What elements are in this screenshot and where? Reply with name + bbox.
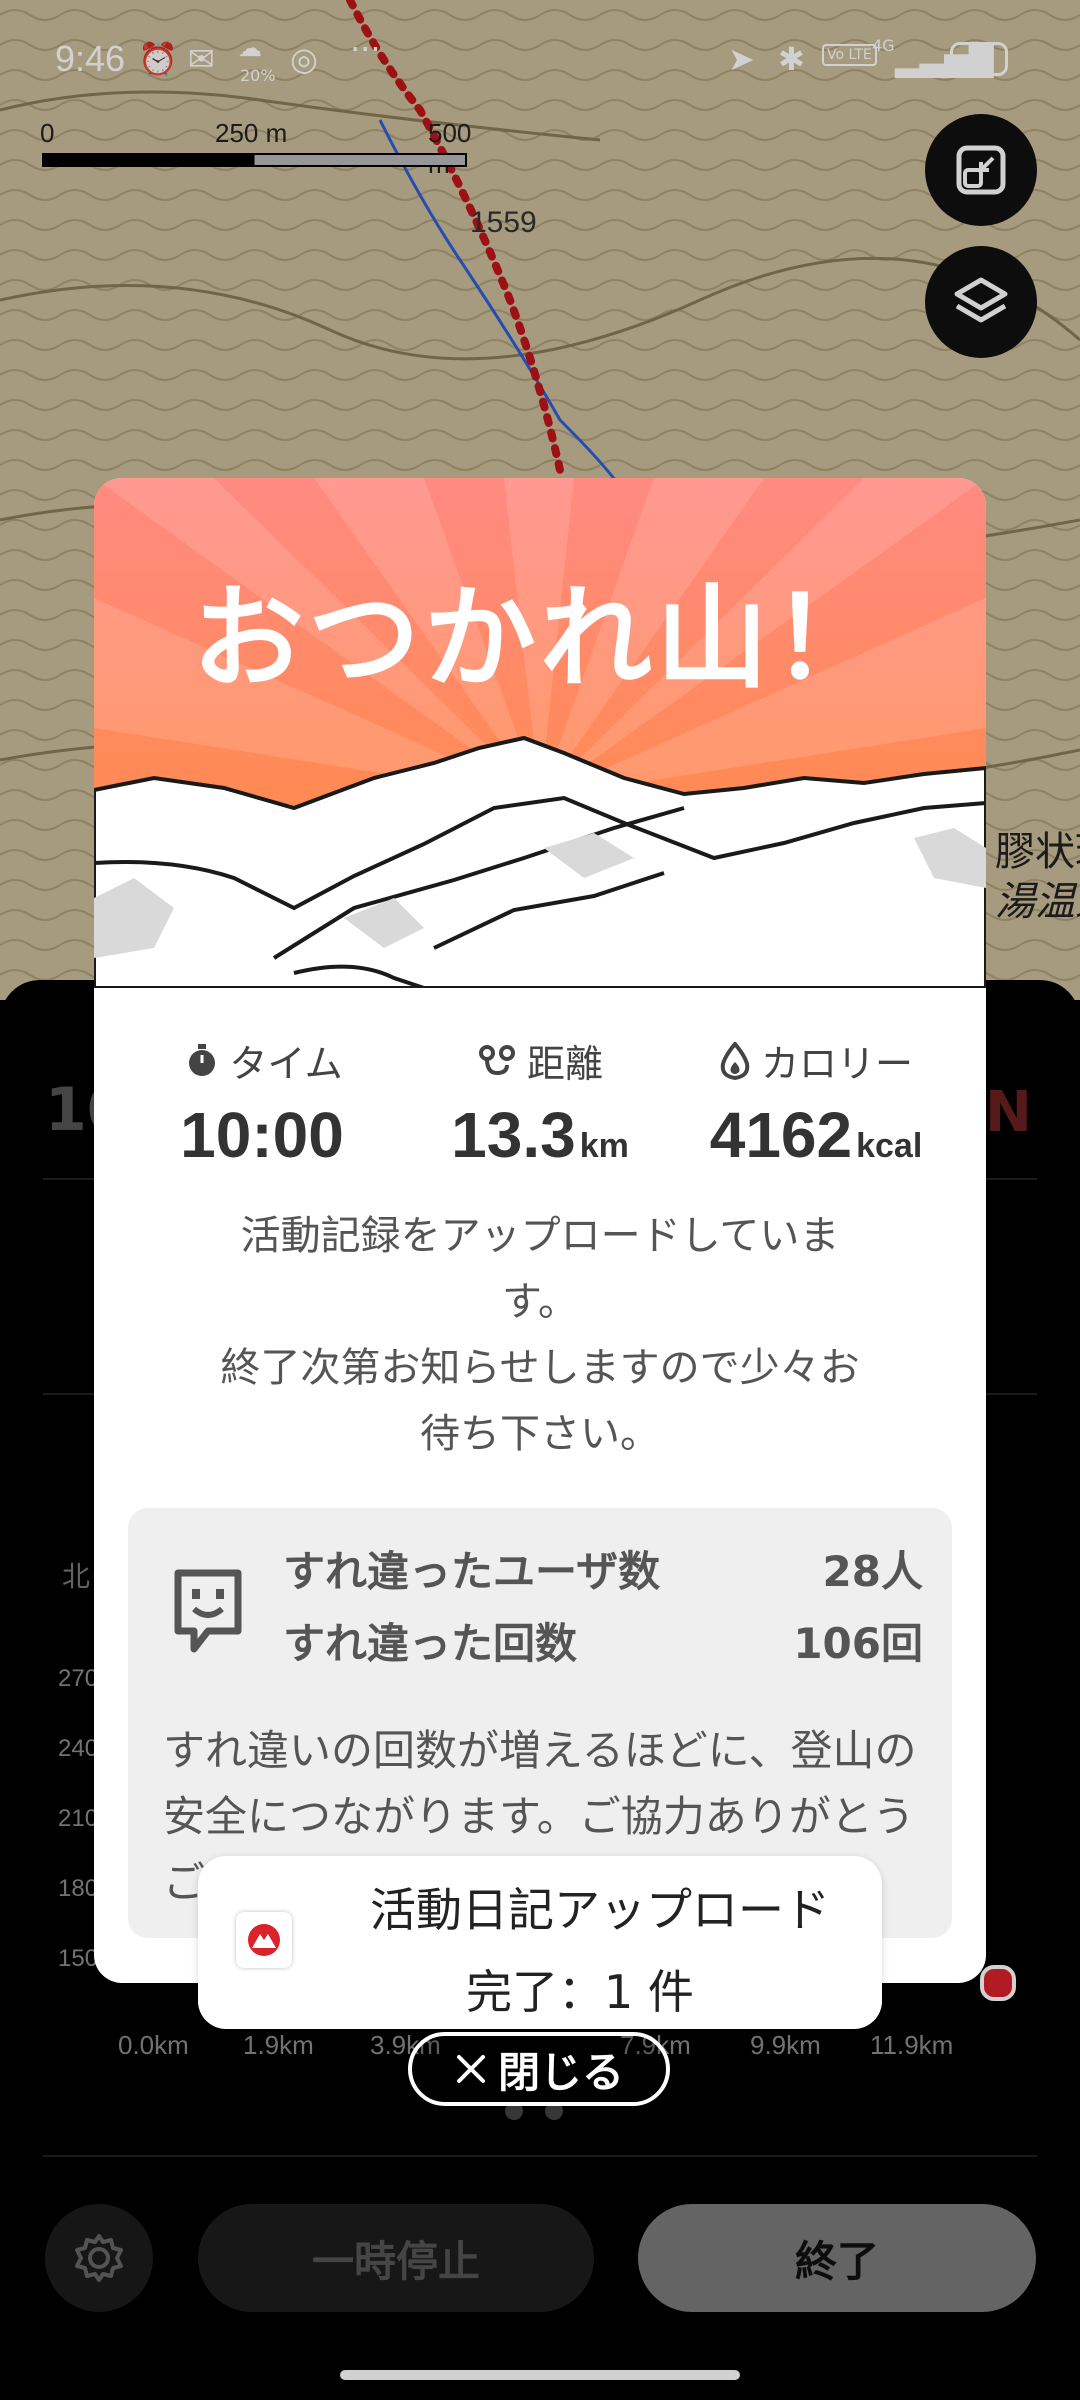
stopwatch-icon <box>189 1043 216 1076</box>
stat-time: タイム 10:00 <box>114 1033 414 1172</box>
stat-distance-unit: km <box>579 1127 629 1165</box>
upload-message-line4: 待ち下さい。 <box>420 1411 660 1457</box>
stat-calories-value: 4162 <box>709 1099 853 1171</box>
route-icon <box>478 1044 515 1075</box>
completion-dialog: おつかれ山！ タイム 10:00 距離 13.3 km カロリー 4162 kc… <box>94 478 986 1983</box>
stat-time-value: 10:00 <box>180 1099 344 1171</box>
upload-message-line1: 活動記録をアップロードしていま <box>240 1213 840 1259</box>
close-icon <box>456 2055 485 2083</box>
close-button[interactable]: 閉じる <box>408 2032 670 2106</box>
upload-complete-toast: 活動日記アップロード 完了：1 件 <box>198 1856 882 2029</box>
toast-title: 活動日記アップロード <box>370 1883 830 1937</box>
upload-message: 活動記録をアップロードしていま す。 終了次第お知らせしますので少々お 待ち下さ… <box>154 1203 926 1467</box>
dialog-title: おつかれ山！ <box>192 574 888 704</box>
close-button-label: 閉じる <box>497 2047 624 2097</box>
stat-distance: 距離 13.3 km <box>390 1033 690 1172</box>
upload-message-line3: 終了次第お知らせしますので少々お <box>220 1345 860 1391</box>
passed-count-label: すれ違った回数 <box>283 1619 578 1668</box>
passed-users-row: すれ違ったユーザ数 28人 <box>283 1538 923 1599</box>
passed-users-value: 28人 <box>822 1547 923 1596</box>
passed-count-value: 106回 <box>793 1619 923 1668</box>
stat-calories: カロリー 4162 kcal <box>666 1033 966 1172</box>
stat-distance-label: 距離 <box>526 1042 603 1086</box>
passed-count-row: すれ違った回数 106回 <box>283 1610 923 1671</box>
toast-detail: 完了：1 件 <box>466 1965 694 2019</box>
stat-distance-value: 13.3 <box>451 1099 576 1171</box>
activity-stats: タイム 10:00 距離 13.3 km カロリー 4162 kcal <box>94 1033 986 1183</box>
passed-users-label: すれ違ったユーザ数 <box>283 1547 661 1596</box>
stat-calories-label: カロリー <box>760 1042 913 1086</box>
upload-message-line2: す。 <box>502 1279 578 1325</box>
smiley-speech-icon <box>174 1569 242 1653</box>
flame-icon <box>720 1041 750 1080</box>
stat-calories-unit: kcal <box>856 1127 923 1165</box>
dialog-header: おつかれ山！ <box>94 478 986 990</box>
stat-time-label: タイム <box>229 1042 343 1086</box>
